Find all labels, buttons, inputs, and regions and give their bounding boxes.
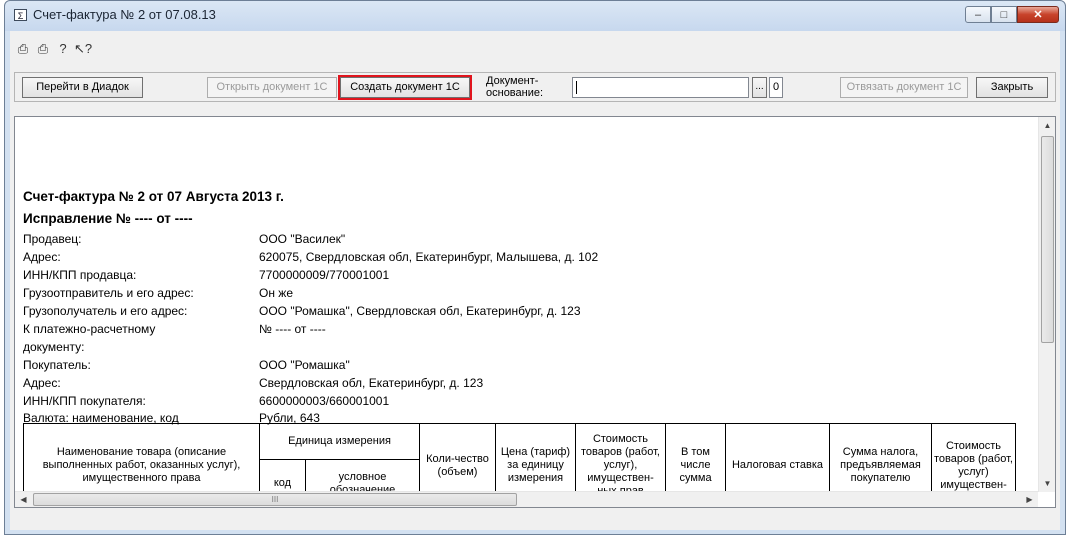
minimize-button[interactable]: – bbox=[965, 6, 991, 23]
title-bar[interactable]: Σ Счет-фактура № 2 от 07.08.13 – □ ✕ bbox=[5, 1, 1065, 31]
scroll-down-icon[interactable]: ▼ bbox=[1039, 475, 1055, 492]
document-basis-input[interactable] bbox=[572, 77, 749, 98]
create-1c-document-button[interactable]: Создать документ 1С bbox=[338, 75, 472, 100]
col-header-unit-symbol: условное обозначение bbox=[305, 459, 420, 493]
buyer-address-label: Адрес: bbox=[23, 376, 61, 390]
col-header-cost: Стоимость товаров (работ, услуг), имущес… bbox=[575, 423, 666, 493]
seller-label: Продавец: bbox=[23, 232, 82, 246]
vertical-scroll-thumb[interactable] bbox=[1041, 136, 1054, 343]
col-header-price: Цена (тариф) за единицу измерения bbox=[495, 423, 576, 493]
col-header-qty: Коли-чество (объем) bbox=[419, 423, 496, 493]
window-title: Счет-фактура № 2 от 07.08.13 bbox=[33, 7, 216, 22]
document-basis-label-line2: основание: bbox=[486, 87, 544, 99]
buyer-inn-label: ИНН/КПП покупателя: bbox=[23, 394, 146, 408]
seller-address-label: Адрес: bbox=[23, 250, 61, 264]
consignee-label: Грузополучатель и его адрес: bbox=[23, 304, 188, 318]
help-icon[interactable]: ? bbox=[54, 40, 72, 58]
payment-doc-label: К платежно-расчетному bbox=[23, 322, 156, 336]
seller-value: ООО "Василек" bbox=[259, 232, 346, 246]
col-header-tax-rate: Налоговая ставка bbox=[725, 423, 830, 493]
context-help-icon[interactable]: ↖? bbox=[74, 40, 92, 58]
seller-inn-value: 7700000009/770001001 bbox=[259, 268, 390, 282]
window-client: ⎙ ⎙ ? ↖? Перейти в Диадок Открыть докуме… bbox=[10, 31, 1060, 530]
text-caret bbox=[576, 81, 577, 94]
buyer-value: ООО "Ромашка" bbox=[259, 358, 350, 372]
scroll-right-icon[interactable]: ▶ bbox=[1021, 491, 1038, 507]
close-window-button[interactable]: ✕ bbox=[1017, 6, 1059, 23]
scroll-up-icon[interactable]: ▲ bbox=[1039, 117, 1055, 134]
open-1c-document-button[interactable]: Открыть документ 1С bbox=[207, 77, 337, 98]
select-basis-button[interactable]: ... bbox=[752, 77, 767, 98]
close-button[interactable]: Закрыть bbox=[976, 77, 1048, 98]
consignee-value: ООО "Ромашка", Свердловская обл, Екатери… bbox=[259, 304, 581, 318]
correction-line: Исправление № ---- от ---- bbox=[23, 211, 193, 226]
buyer-address-value: Свердловская обл, Екатеринбург, д. 123 bbox=[259, 376, 484, 390]
horizontal-scroll-thumb[interactable]: III bbox=[33, 493, 517, 506]
horizontal-scrollbar[interactable]: ◀ III ▶ bbox=[15, 491, 1038, 507]
print-preview-icon[interactable]: ⎙ bbox=[34, 40, 52, 58]
action-toolbar: Перейти в Диадок Открыть документ 1С Соз… bbox=[14, 72, 1056, 102]
invoice-title: Счет-фактура № 2 от 07 Августа 2013 г. bbox=[23, 189, 284, 204]
invoice-items-table: Наименование товара (описание выполненны… bbox=[23, 423, 1016, 493]
maximize-button[interactable]: □ bbox=[991, 6, 1017, 23]
col-header-name: Наименование товара (описание выполненны… bbox=[23, 423, 260, 493]
buyer-label: Покупатель: bbox=[23, 358, 91, 372]
icon-toolbar: ⎙ ⎙ ? ↖? bbox=[14, 40, 92, 60]
payment-doc-label-cont: документу: bbox=[23, 340, 85, 354]
window-controls: – □ ✕ bbox=[965, 6, 1059, 25]
invoice-document: Счет-фактура № 2 от 07 Августа 2013 г. И… bbox=[23, 117, 1033, 493]
seller-inn-label: ИНН/КПП продавца: bbox=[23, 268, 137, 282]
col-header-tax-sum: Сумма налога, предъявляемая покупателю bbox=[829, 423, 932, 493]
app-icon: Σ bbox=[14, 9, 27, 21]
invoice-window: Σ Счет-фактура № 2 от 07.08.13 – □ ✕ ⎙ ⎙… bbox=[4, 0, 1066, 535]
payment-doc-value: № ---- от ---- bbox=[259, 322, 326, 336]
seller-address-value: 620075, Свердловская обл, Екатеринбург, … bbox=[259, 250, 599, 264]
document-basis-label: Документ- основание: bbox=[486, 75, 543, 99]
col-header-unit-code: код bbox=[259, 459, 306, 493]
col-header-total: Стоимость товаров (работ, услуг) имущест… bbox=[931, 423, 1016, 493]
basis-count-field: 0 bbox=[769, 77, 783, 98]
vertical-scrollbar[interactable]: ▲ ▼ bbox=[1038, 117, 1055, 492]
document-viewer[interactable]: Счет-фактура № 2 от 07 Августа 2013 г. И… bbox=[14, 116, 1056, 508]
buyer-inn-value: 6600000003/660001001 bbox=[259, 394, 390, 408]
col-header-excise: В том числе сумма bbox=[665, 423, 726, 493]
col-header-unit: Единица измерения bbox=[259, 423, 420, 460]
print-icon[interactable]: ⎙ bbox=[14, 40, 32, 58]
scroll-left-icon[interactable]: ◀ bbox=[15, 491, 32, 507]
shipper-value: Он же bbox=[259, 286, 293, 300]
shipper-label: Грузоотправитель и его адрес: bbox=[23, 286, 194, 300]
unlink-1c-document-button[interactable]: Отвязать документ 1С bbox=[840, 77, 968, 98]
go-to-diadoc-button[interactable]: Перейти в Диадок bbox=[22, 77, 143, 98]
document-basis-label-line1: Документ- bbox=[486, 75, 539, 87]
